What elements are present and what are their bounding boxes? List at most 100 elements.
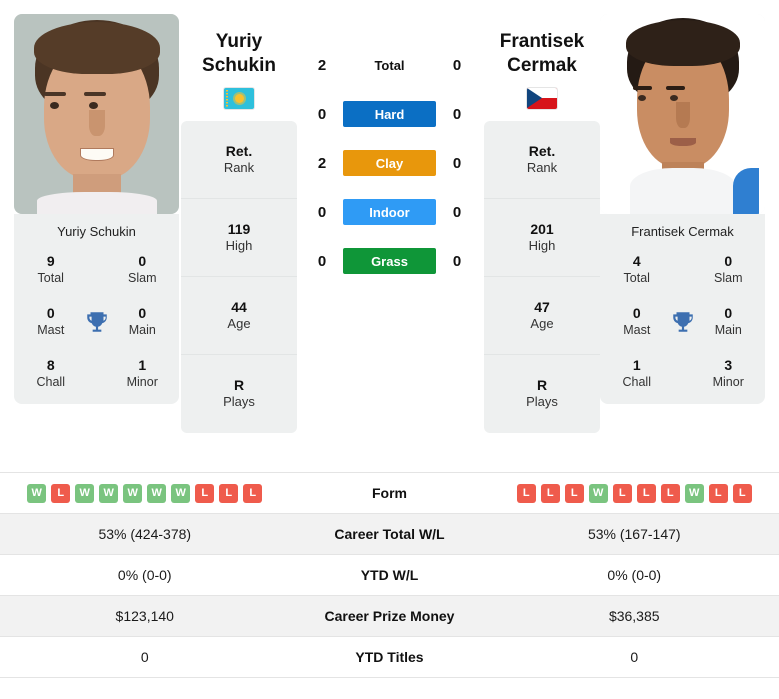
label: High — [528, 237, 556, 253]
table-row-ytd-wl: 0% (0-0) YTD W/L 0% (0-0) — [0, 555, 779, 596]
right-info-age: 47 Age — [484, 276, 600, 355]
label: Plays — [223, 394, 255, 410]
left-value: 0 — [140, 649, 149, 665]
right-player-info-column: Frantisek Cermak Ret. Rank 201 High 47 A… — [484, 14, 600, 433]
row-label: Career Total W/L — [334, 526, 445, 542]
player-comparison-page: Yuriy Schukin 9 Total 0 Slam 0 Mast 0 Ma… — [0, 0, 779, 699]
form-badge-w: W — [99, 483, 119, 503]
value: 0 — [724, 305, 733, 322]
right-player-photo-card — [600, 14, 765, 214]
label: High — [225, 237, 253, 253]
label: Rank — [526, 159, 558, 175]
left-titles-slam: 0 Slam — [114, 253, 172, 286]
value: 0 — [724, 253, 733, 269]
right-titles-slam: 0 Slam — [700, 253, 758, 286]
right-form-strip: LLLWLLLWLL — [516, 483, 752, 503]
player-photo-frantisek-cermak — [600, 14, 765, 214]
h2h-surface-label-grass[interactable]: Grass — [343, 248, 436, 274]
h2h-surface-label-indoor[interactable]: Indoor — [343, 199, 436, 225]
value: 119 — [227, 220, 251, 237]
left-player-first-name: Yuriy — [215, 31, 263, 52]
form-badge-l: L — [540, 483, 560, 503]
label: Slam — [714, 270, 743, 285]
value: 3 — [724, 357, 733, 374]
value: 1 — [632, 357, 641, 374]
form-badge-w: W — [27, 483, 47, 503]
label: Rank — [223, 159, 255, 175]
label: Mast — [37, 322, 65, 337]
right-player-card: Frantisek Cermak 4 Total 0 Slam 0 Mast 0… — [600, 14, 765, 405]
h2h-row-hard: 0 Hard 0 — [297, 101, 482, 127]
left-value: $123,140 — [115, 608, 174, 624]
label: Age — [227, 315, 251, 331]
right-player-titles-box: Frantisek Cermak 4 Total 0 Slam 0 Mast 0… — [600, 214, 765, 405]
left-value: 53% (424-378) — [98, 526, 192, 542]
form-badge-w: W — [171, 483, 191, 503]
right-info-plays: R Plays — [484, 354, 600, 433]
value: 47 — [534, 298, 550, 315]
right-value: 53% (167-147) — [587, 526, 681, 542]
form-badge-l: L — [195, 483, 215, 503]
label: Main — [714, 322, 742, 337]
left-info-age: 44 Age — [181, 276, 297, 355]
label: Mast — [623, 322, 651, 337]
left-info-high: 119 High — [181, 198, 297, 277]
value: 44 — [231, 298, 247, 315]
form-badge-w: W — [684, 483, 704, 503]
left-player-name-label: Yuriy Schukin — [57, 224, 136, 239]
head-to-head-surfaces: 2 Total 0 0 Hard 0 2 Clay 0 0 Indoor 0 0 — [297, 14, 482, 274]
value: 0 — [138, 305, 147, 322]
left-player-photo-card — [14, 14, 179, 214]
right-player-full-name: Frantisek Cermak — [484, 14, 600, 79]
h2h-left-value: 2 — [317, 56, 327, 74]
flag-sun — [234, 93, 244, 103]
right-player-flag-wrap — [484, 87, 600, 109]
h2h-right-value: 0 — [452, 105, 462, 123]
form-badge-l: L — [219, 483, 239, 503]
label: Total — [623, 270, 650, 285]
label: Chall — [622, 374, 652, 389]
left-player-card: Yuriy Schukin 9 Total 0 Slam 0 Mast 0 Ma… — [14, 14, 179, 405]
table-row-form: WLWWWWWLLL Form LLLWLLLWLL — [0, 473, 779, 514]
right-info-high: 201 High — [484, 198, 600, 277]
h2h-surface-label: Total — [374, 57, 405, 73]
right-titles-mast: 0 Mast — [608, 305, 666, 338]
form-badge-l: L — [708, 483, 728, 503]
h2h-left-value: 0 — [317, 252, 327, 270]
label: Slam — [128, 270, 157, 285]
form-badge-w: W — [588, 483, 608, 503]
value: 0 — [632, 305, 641, 322]
form-badge-l: L — [564, 483, 584, 503]
form-badge-l: L — [51, 483, 71, 503]
left-player-info-column: Yuriy Schukin Ret. Rank 119 High 44 Age … — [181, 14, 297, 433]
h2h-right-value: 0 — [452, 203, 462, 221]
label: Chall — [36, 374, 66, 389]
form-badge-l: L — [660, 483, 680, 503]
h2h-left-value: 2 — [317, 154, 327, 172]
h2h-surface-label-hard[interactable]: Hard — [343, 101, 436, 127]
trophy-icon — [666, 309, 700, 335]
h2h-right-value: 0 — [452, 154, 462, 172]
label: Total — [37, 270, 64, 285]
left-form-strip: WLWWWWWLLL — [27, 483, 263, 503]
kazakhstan-flag-icon — [224, 87, 254, 109]
right-player-last-name: Cermak — [507, 55, 577, 77]
left-titles-main: 0 Main — [114, 305, 172, 338]
row-label: Career Prize Money — [324, 608, 455, 624]
right-titles-minor: 3 Minor — [700, 357, 758, 390]
value: 8 — [46, 357, 55, 374]
value: 1 — [138, 357, 147, 374]
right-value: 0 — [630, 649, 639, 665]
value: R — [536, 377, 548, 394]
form-badge-w: W — [147, 483, 167, 503]
form-badge-l: L — [636, 483, 656, 503]
form-badge-l: L — [732, 483, 752, 503]
form-badge-w: W — [75, 483, 95, 503]
h2h-surface-label-clay[interactable]: Clay — [343, 150, 436, 176]
value: R — [233, 377, 245, 394]
value: Ret. — [528, 142, 556, 159]
right-titles-main: 0 Main — [700, 305, 758, 338]
form-badge-w: W — [123, 483, 143, 503]
right-value: 0% (0-0) — [607, 567, 662, 583]
left-player-info-list: Ret. Rank 119 High 44 Age R Plays — [181, 120, 297, 433]
